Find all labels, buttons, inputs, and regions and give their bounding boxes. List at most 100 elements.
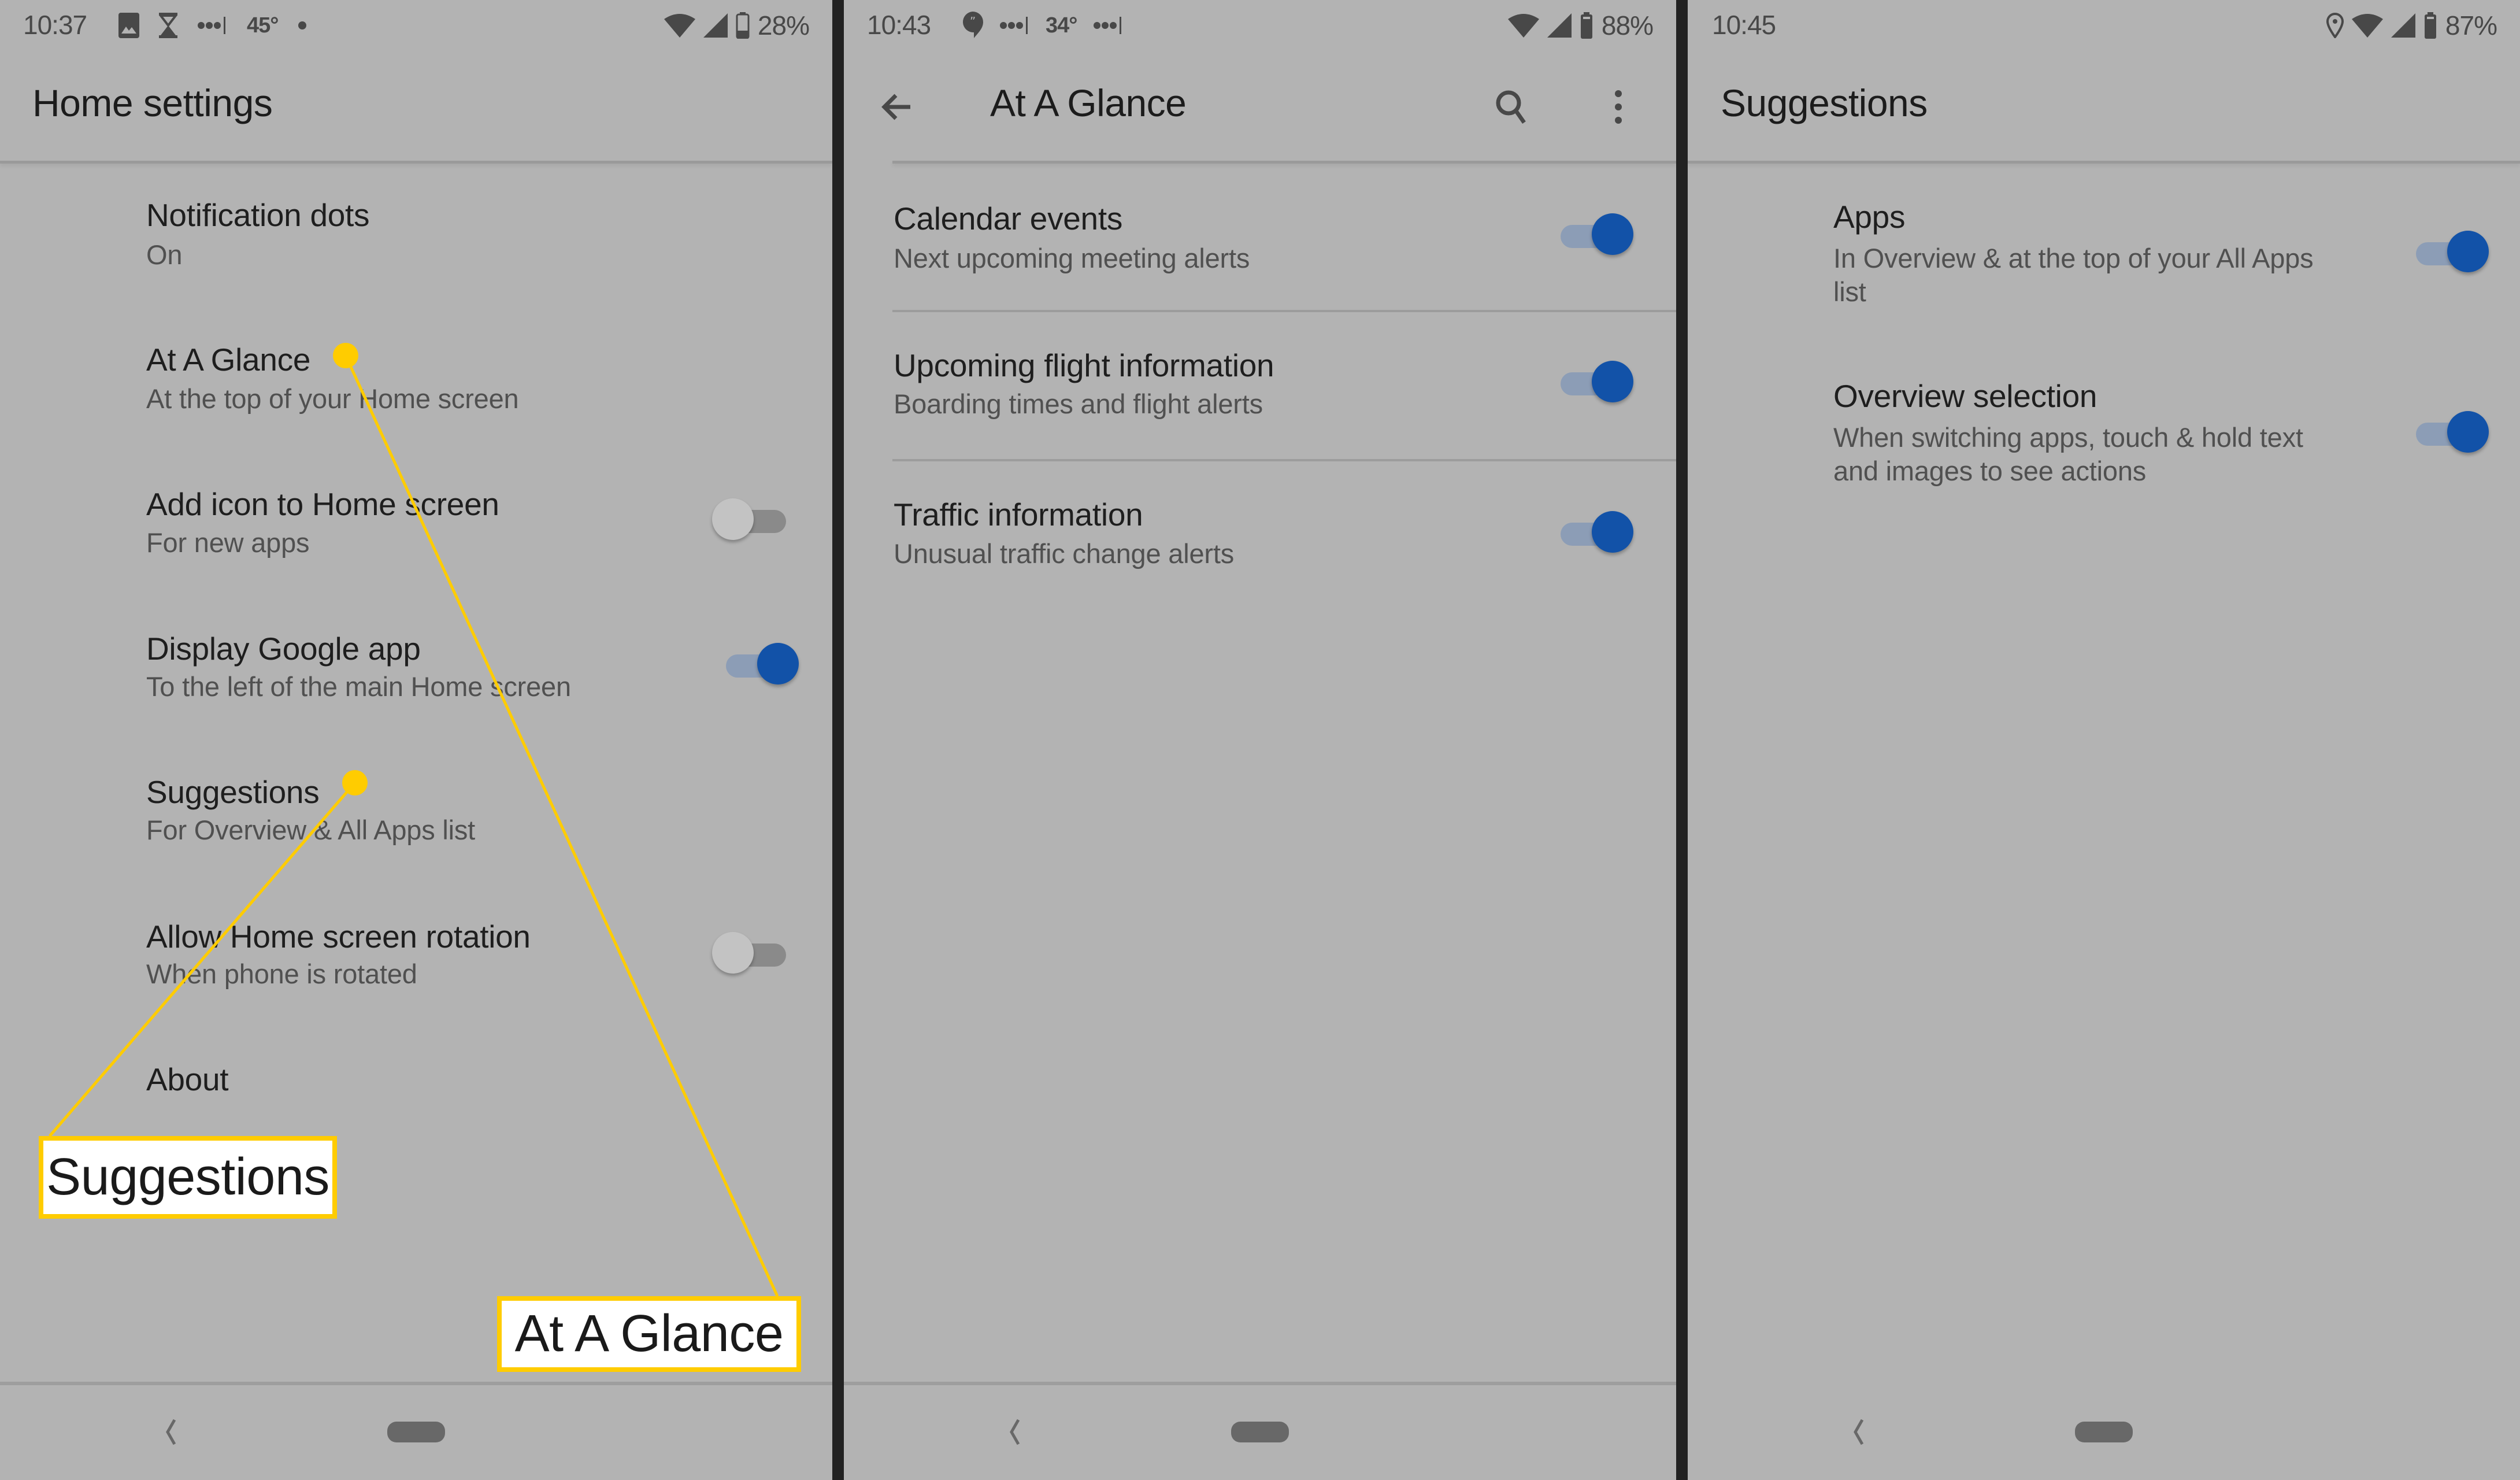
nav-bar-divider — [0, 1382, 832, 1385]
setting-calendar-events[interactable]: Calendar events Next upcoming meeting al… — [844, 173, 1676, 310]
signal-dots-icon — [198, 17, 225, 34]
setting-at-a-glance[interactable]: At A Glance At the top of your Home scre… — [0, 318, 832, 445]
battery-percent: 88% — [1601, 10, 1654, 40]
setting-apps[interactable]: Apps In Overview & at the top of your Al… — [1688, 173, 2520, 324]
overview-selection-toggle[interactable] — [2414, 408, 2490, 460]
toggle-knob — [757, 643, 799, 684]
item-subtitle: When phone is rotated — [146, 959, 417, 989]
item-title: At A Glance — [146, 342, 311, 378]
setting-add-icon-to-home-screen[interactable]: Add icon to Home screen For new apps — [0, 462, 832, 590]
item-title: Upcoming flight information — [894, 347, 1274, 383]
item-subtitle: Next upcoming meeting alerts — [894, 243, 1250, 273]
status-time: 10:43 — [867, 10, 931, 40]
image-icon — [118, 13, 139, 38]
location-icon — [2326, 13, 2344, 38]
callout-label-at-a-glance: At A Glance — [497, 1296, 801, 1372]
item-subtitle: At the top of your Home screen — [146, 383, 519, 414]
nav-bar-divider — [844, 1382, 1676, 1385]
page-title: Home settings — [32, 82, 273, 124]
signal-dots-icon — [1094, 17, 1122, 34]
home-screen-rotation-toggle[interactable] — [712, 928, 788, 980]
display-google-app-toggle[interactable] — [724, 639, 800, 691]
nav-back-icon[interactable] — [1006, 1416, 1023, 1448]
setting-about[interactable]: About — [0, 1035, 832, 1127]
item-subtitle: Unusual traffic change alerts — [894, 538, 1234, 569]
header-divider — [892, 161, 1676, 164]
header-divider — [1688, 161, 2520, 164]
cell-signal-icon — [703, 13, 728, 38]
weather-temperature: 45° — [247, 13, 279, 38]
item-title: Notification dots — [146, 197, 370, 233]
status-bar: 10:43 ” 34° 88% — [844, 0, 1676, 52]
nav-home-pill[interactable] — [2075, 1422, 2133, 1442]
item-subtitle-line-1: When switching apps, touch & hold text — [1833, 422, 2303, 453]
toggle-knob — [1592, 213, 1633, 255]
toggle-knob — [712, 932, 754, 974]
setting-notification-dots[interactable]: Notification dots On — [0, 173, 832, 301]
toggle-knob — [1592, 361, 1633, 402]
item-subtitle-line-2: list — [1833, 276, 1866, 307]
setting-upcoming-flight-information[interactable]: Upcoming flight information Boarding tim… — [844, 312, 1676, 459]
more-vert-icon[interactable] — [1592, 81, 1644, 133]
wifi-icon — [1507, 14, 1539, 38]
status-bar: 10:45 87% — [1688, 0, 2520, 52]
item-title: Calendar events — [894, 201, 1123, 236]
status-time: 10:37 — [23, 10, 87, 40]
item-title: Overview selection — [1833, 378, 2097, 414]
header-divider — [0, 161, 832, 164]
battery-percent: 28% — [757, 10, 810, 40]
traffic-information-toggle[interactable] — [1558, 508, 1635, 560]
weather-temperature: 34° — [1046, 13, 1077, 38]
calendar-events-toggle[interactable] — [1558, 210, 1635, 262]
suggestions-screen: 10:45 87% Suggestions Apps In Overview &… — [1688, 0, 2520, 1480]
setting-overview-selection[interactable]: Overview selection When switching apps, … — [1688, 353, 2520, 503]
toggle-knob — [2447, 411, 2489, 453]
cell-signal-icon — [2391, 13, 2415, 38]
wifi-icon — [664, 14, 695, 38]
item-subtitle-line-1: In Overview & at the top of your All App… — [1833, 243, 2314, 273]
item-subtitle-line-2: and images to see actions — [1833, 456, 2147, 486]
hourglass-icon — [159, 13, 177, 38]
nav-home-pill[interactable] — [1231, 1422, 1289, 1442]
nav-back-icon[interactable] — [1850, 1416, 1867, 1448]
toggle-knob — [2447, 231, 2489, 272]
apps-toggle[interactable] — [2414, 227, 2490, 279]
item-title: Display Google app — [146, 631, 421, 667]
toggle-knob — [1592, 511, 1633, 553]
item-subtitle: Boarding times and flight alerts — [894, 388, 1263, 419]
battery-percent: 87% — [2445, 10, 2497, 40]
item-subtitle: For new apps — [146, 527, 310, 558]
status-time: 10:45 — [1712, 10, 1776, 40]
nav-back-icon[interactable] — [162, 1416, 179, 1448]
callout-label-suggestions: Suggestions — [39, 1136, 337, 1219]
at-a-glance-screen: 10:43 ” 34° 88% At A Glance Calendar eve… — [844, 0, 1676, 1480]
battery-icon — [1580, 12, 1592, 39]
hangouts-icon: ” — [962, 12, 983, 38]
item-subtitle: To the left of the main Home screen — [146, 671, 571, 702]
setting-traffic-information[interactable]: Traffic information Unusual traffic chan… — [844, 461, 1676, 608]
toggle-knob — [712, 498, 754, 540]
item-title: Traffic information — [894, 497, 1143, 532]
wifi-icon — [2351, 14, 2383, 38]
battery-icon — [2424, 12, 2436, 39]
item-subtitle: For Overview & All Apps list — [146, 815, 476, 845]
nav-home-pill[interactable] — [387, 1422, 445, 1442]
item-title: Apps — [1833, 199, 1906, 235]
battery-icon — [736, 12, 750, 39]
home-settings-screen: 10:37 45° 28% Home settings Notification… — [0, 0, 832, 1480]
item-title: Add icon to Home screen — [146, 486, 499, 522]
add-icon-toggle[interactable] — [712, 495, 788, 547]
status-bar: 10:37 45° 28% — [0, 0, 832, 52]
page-title: At A Glance — [990, 82, 1187, 124]
setting-suggestions[interactable]: Suggestions For Overview & All Apps list — [0, 752, 832, 879]
signal-dots-icon — [1000, 17, 1028, 34]
back-arrow-icon[interactable] — [873, 81, 925, 133]
item-title: About — [146, 1061, 229, 1097]
setting-allow-home-screen-rotation[interactable]: Allow Home screen rotation When phone is… — [0, 896, 832, 1023]
item-subtitle: On — [146, 239, 183, 270]
item-title: Allow Home screen rotation — [146, 919, 531, 954]
flight-information-toggle[interactable] — [1558, 357, 1635, 409]
search-icon[interactable] — [1485, 81, 1537, 133]
dot-icon — [298, 21, 307, 29]
setting-display-google-app[interactable]: Display Google app To the left of the ma… — [0, 607, 832, 734]
